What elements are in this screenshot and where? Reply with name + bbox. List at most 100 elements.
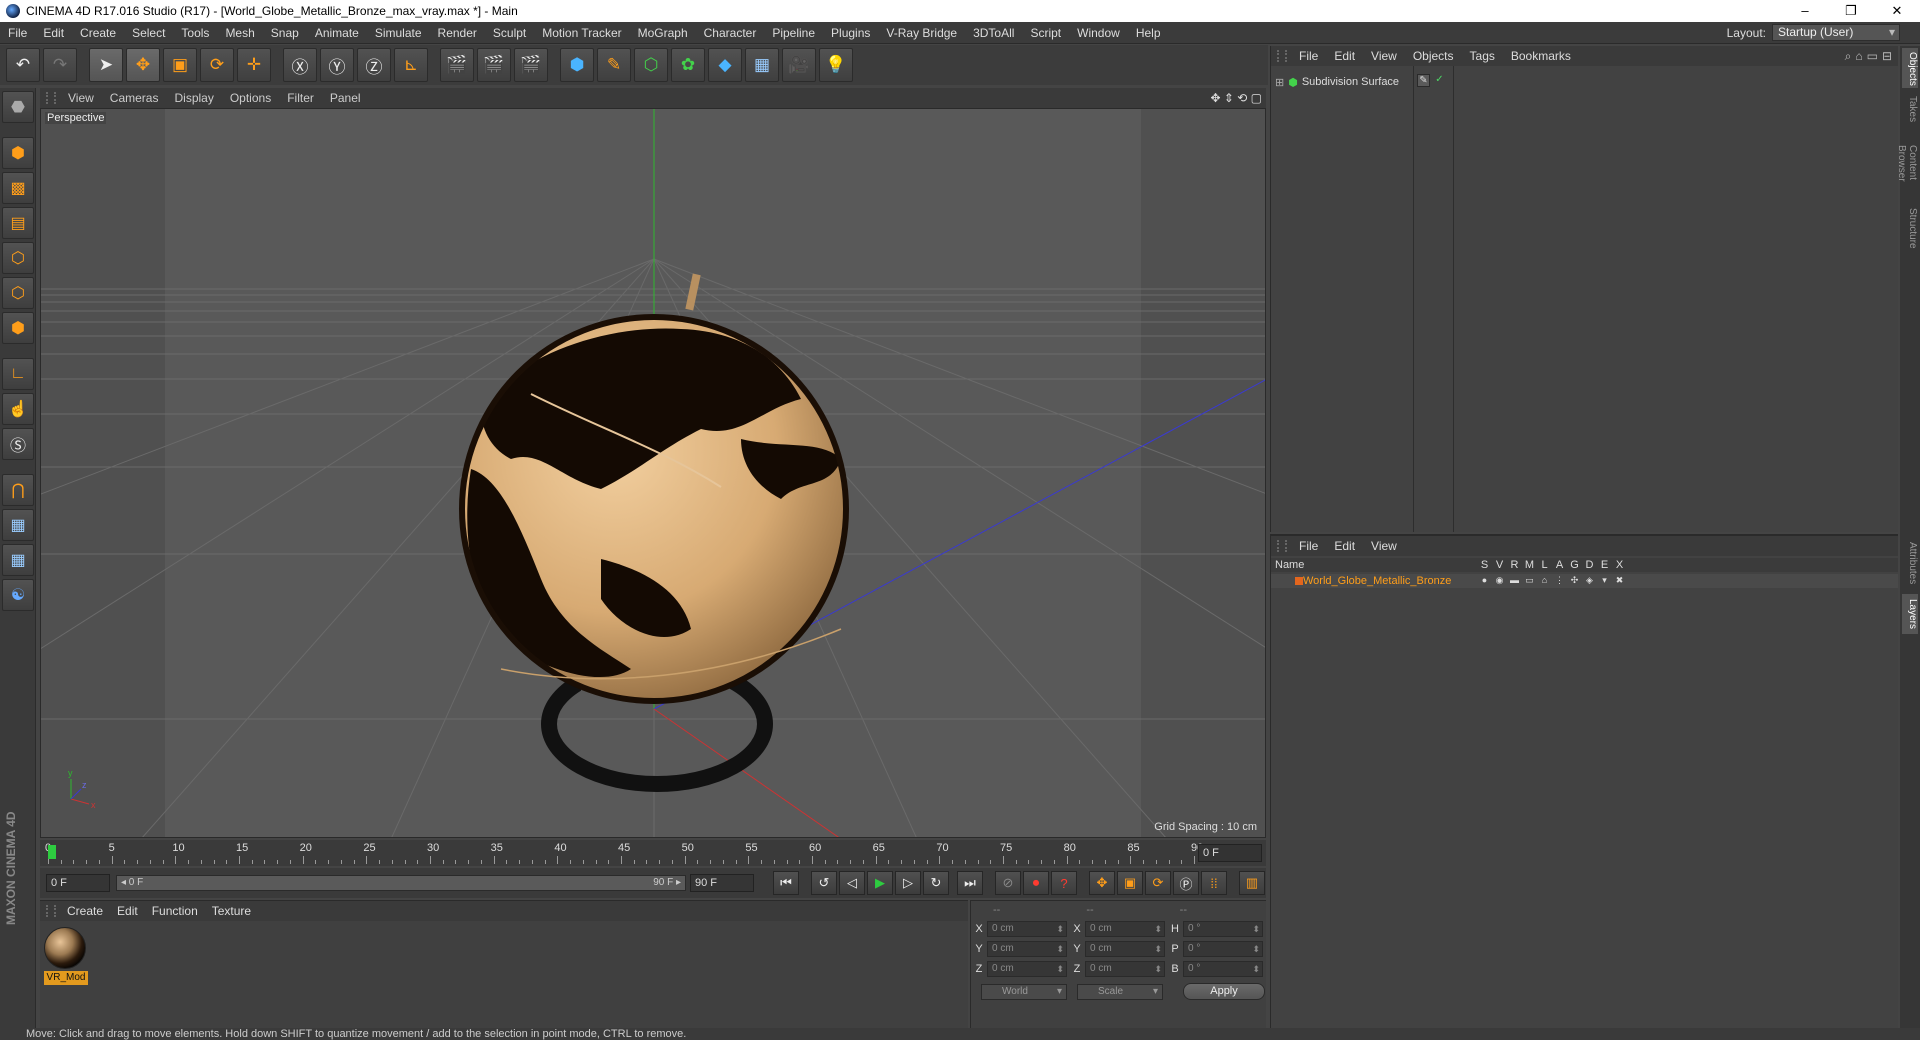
flag-solo[interactable]: S <box>1479 559 1490 571</box>
menu-edit[interactable]: Edit <box>35 26 72 40</box>
subdivision-generator-icon[interactable]: ⬡ <box>634 48 668 82</box>
layer-tag-icon[interactable]: ✎ <box>1417 74 1430 87</box>
go-to-end-icon[interactable]: ⏭ <box>957 871 983 895</box>
viewport-nav-icons[interactable]: ✥ ⇕ ⟲ ▢ <box>1210 91 1262 105</box>
render-view-icon[interactable]: 🎬 <box>440 48 474 82</box>
go-to-start-icon[interactable]: ⏮ <box>773 871 799 895</box>
make-editable-icon[interactable]: ⬣ <box>2 91 34 123</box>
render-clapper-icon[interactable]: ▬ <box>1509 575 1520 586</box>
z-axis-lock-icon[interactable]: Ⓩ <box>357 48 391 82</box>
coordinate-system-icon[interactable]: ⊾ <box>394 48 428 82</box>
menu-vray-bridge[interactable]: V-Ray Bridge <box>878 26 965 40</box>
cube-object-icon[interactable]: ⬢ <box>560 48 594 82</box>
objects-menu-bookmarks[interactable]: Bookmarks <box>1503 49 1579 63</box>
undo-icon[interactable]: ↶ <box>6 48 40 82</box>
objects-menu-file[interactable]: File <box>1291 49 1326 63</box>
menu-file[interactable]: File <box>0 26 35 40</box>
tab-structure[interactable]: Structure <box>1902 204 1918 250</box>
flag-manager[interactable]: M <box>1524 559 1535 571</box>
start-frame-field[interactable]: 0 F <box>46 874 110 892</box>
xref-icon[interactable]: ✖ <box>1614 575 1625 586</box>
key-scale-icon[interactable]: ▣ <box>1117 871 1143 895</box>
current-frame-field[interactable]: 0 F <box>1198 844 1262 862</box>
flag-expressions[interactable]: E <box>1599 559 1610 571</box>
flag-view[interactable]: V <box>1494 559 1505 571</box>
tab-attributes[interactable]: Attributes <box>1902 536 1918 590</box>
minimize-button[interactable]: – <box>1782 0 1828 22</box>
pos-y-field[interactable]: 0 cm <box>987 941 1067 957</box>
menu-simulate[interactable]: Simulate <box>367 26 430 40</box>
texture-mode-icon[interactable]: ▩ <box>2 172 34 204</box>
deformer-icon[interactable]: ◈ <box>1584 575 1595 586</box>
scale-tool-icon[interactable]: ▣ <box>163 48 197 82</box>
flag-render[interactable]: R <box>1509 559 1520 571</box>
close-button[interactable]: ✕ <box>1874 0 1920 22</box>
flag-locked[interactable]: L <box>1539 559 1550 571</box>
expression-icon[interactable]: ▾ <box>1599 575 1610 586</box>
viewport-menu-view[interactable]: View <box>60 91 102 105</box>
search-icon[interactable]: ⌕ <box>1845 49 1852 64</box>
viewport-menu-options[interactable]: Options <box>222 91 279 105</box>
size-x-field[interactable]: 0 cm <box>1085 921 1165 937</box>
rot-b-field[interactable]: 0 ° <box>1183 961 1263 977</box>
timeline-window-icon[interactable]: ▥ <box>1239 871 1265 895</box>
expand-toggle-icon[interactable]: ⊞ <box>1275 76 1284 89</box>
redo-icon[interactable]: ↷ <box>43 48 77 82</box>
menu-snap[interactable]: Snap <box>263 26 307 40</box>
menu-animate[interactable]: Animate <box>307 26 367 40</box>
flag-deformers[interactable]: D <box>1584 559 1595 571</box>
x-axis-lock-icon[interactable]: Ⓧ <box>283 48 317 82</box>
enabled-check-icon[interactable]: ✓ <box>1433 74 1446 87</box>
next-frame-icon[interactable]: ▷ <box>895 871 921 895</box>
objects-menu-edit[interactable]: Edit <box>1326 49 1363 63</box>
panel-grip[interactable] <box>46 92 56 104</box>
viewport-menu-panel[interactable]: Panel <box>322 91 369 105</box>
timeline-ruler[interactable]: 051015202530354045505560657075808590 0 F <box>40 840 1266 866</box>
timeline-ticks[interactable]: 051015202530354045505560657075808590 <box>45 842 1203 864</box>
rot-h-field[interactable]: 0 ° <box>1183 921 1263 937</box>
menu-3dtoall[interactable]: 3DToAll <box>965 26 1022 40</box>
restore-button[interactable]: ❐ <box>1828 0 1874 22</box>
playhead-marker[interactable] <box>48 845 56 859</box>
pos-x-field[interactable]: 0 cm <box>987 921 1067 937</box>
flag-xref[interactable]: X <box>1614 559 1625 571</box>
menu-mesh[interactable]: Mesh <box>217 26 262 40</box>
light-object-icon[interactable]: 💡 <box>819 48 853 82</box>
camera-object-icon[interactable]: 🎥 <box>782 48 816 82</box>
menu-render[interactable]: Render <box>430 26 485 40</box>
menu-tools[interactable]: Tools <box>173 26 217 40</box>
objects-menu-view[interactable]: View <box>1363 49 1405 63</box>
generator-icon[interactable]: ✣ <box>1569 575 1580 586</box>
menu-motion-tracker[interactable]: Motion Tracker <box>534 26 629 40</box>
python-icon[interactable]: ☯ <box>2 579 34 611</box>
tab-takes[interactable]: Takes <box>1902 92 1918 124</box>
menu-pipeline[interactable]: Pipeline <box>764 26 823 40</box>
axis-mode-icon[interactable]: ∟ <box>2 358 34 390</box>
home-icon[interactable]: ⌂ <box>1855 49 1862 64</box>
spline-pen-icon[interactable]: ✎ <box>597 48 631 82</box>
panel-grip[interactable] <box>1277 540 1287 552</box>
viewport-menu-filter[interactable]: Filter <box>279 91 322 105</box>
key-parameter-icon[interactable]: Ⓟ <box>1173 871 1199 895</box>
edges-mode-icon[interactable]: ⬡ <box>2 277 34 309</box>
size-mode-select[interactable]: Scale <box>1077 983 1163 1000</box>
tweak-mode-icon[interactable]: ☝ <box>2 393 34 425</box>
size-z-field[interactable]: 0 cm <box>1085 961 1165 977</box>
apply-button[interactable]: Apply <box>1183 983 1265 1000</box>
menu-script[interactable]: Script <box>1022 26 1069 40</box>
layer-color-swatch[interactable] <box>1295 577 1303 585</box>
y-axis-lock-icon[interactable]: Ⓨ <box>320 48 354 82</box>
perspective-viewport[interactable]: y x z Perspective Grid Spacing : 10 cm <box>40 108 1266 838</box>
rot-p-field[interactable]: 0 ° <box>1183 941 1263 957</box>
snap-magnet-icon[interactable]: ⋂ <box>2 474 34 506</box>
key-rotation-icon[interactable]: ⟳ <box>1145 871 1171 895</box>
menu-help[interactable]: Help <box>1128 26 1169 40</box>
planar-workplane-icon[interactable]: ▦ <box>2 544 34 576</box>
layers-menu-file[interactable]: File <box>1291 539 1326 553</box>
material-menu-function[interactable]: Function <box>145 904 205 918</box>
pos-z-field[interactable]: 0 cm <box>987 961 1067 977</box>
menu-create[interactable]: Create <box>72 26 124 40</box>
menu-select[interactable]: Select <box>124 26 173 40</box>
record-active-objects-icon[interactable]: ⏺ <box>1023 871 1049 895</box>
tab-objects[interactable]: Objects <box>1902 48 1918 88</box>
